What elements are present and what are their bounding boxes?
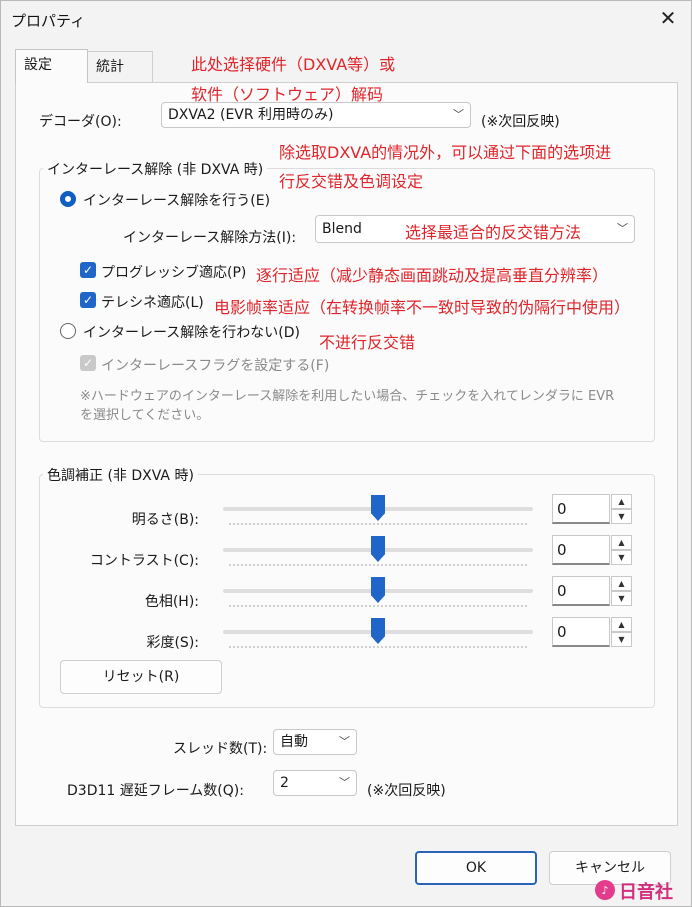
color-spinbox: 0 ▲ ▼ xyxy=(552,617,634,647)
color-spinbox: 0 ▲ ▼ xyxy=(552,576,634,606)
color-row-label: 彩度(S): xyxy=(146,635,199,651)
interlace-flag-label[interactable]: インターレースフラグを設定する(F) xyxy=(101,355,329,375)
annotation-decoder-1: 此处选择硬件（DXVA等）或 xyxy=(191,55,396,74)
title-bar: プロパティ ✕ xyxy=(1,1,691,37)
d3d11-select[interactable]: 2 ﹀ xyxy=(273,770,357,796)
annotation-decoder-2: 软件（ソフトウェア）解码 xyxy=(191,85,384,104)
tab-settings[interactable]: 設定 xyxy=(15,49,88,83)
deinterlace-note-line1: ※ハードウェアのインターレース解除を利用したい場合、チェックを入れてレンダラに … xyxy=(80,389,615,404)
deinterlace-group-title: インターレース解除 (非 DXVA 時) xyxy=(43,159,268,179)
chevron-down-icon: ﹀ xyxy=(339,776,350,789)
window-title: プロパティ xyxy=(11,12,86,30)
telecine-label[interactable]: テレシネ適応(L) xyxy=(101,292,204,312)
deinterlace-method-label: インターレース解除方法(I): xyxy=(123,230,297,246)
close-icon[interactable]: ✕ xyxy=(657,7,679,29)
site-logo: ♪ 日音社 xyxy=(593,876,689,904)
deinterlace-disable-label[interactable]: インターレース解除を行わない(D) xyxy=(83,322,300,342)
deinterlace-note-line2: を選択してください。 xyxy=(80,408,210,423)
color-slider-ticks xyxy=(229,605,527,607)
chevron-down-icon: ﹀ xyxy=(617,222,628,235)
color-row-label: 明るさ(B): xyxy=(131,512,199,528)
deinterlace-disable-radio[interactable] xyxy=(60,323,76,339)
spin-up-icon[interactable]: ▲ xyxy=(611,617,632,632)
color-slider-ticks xyxy=(229,564,527,566)
color-value-input[interactable]: 0 xyxy=(552,494,610,524)
reset-button[interactable]: リセット(R) xyxy=(60,660,222,694)
color-value-input[interactable]: 0 xyxy=(552,576,610,606)
d3d11-label: D3D11 遅延フレーム数(Q): xyxy=(67,783,244,799)
spin-down-icon[interactable]: ▼ xyxy=(611,509,632,524)
color-slider-ticks xyxy=(229,646,527,648)
svg-text:♪: ♪ xyxy=(601,884,608,897)
annotation-telecine: 电影帧率适应（在转换帧率不一致时导致的伪隔行中使用） xyxy=(214,298,631,317)
telecine-checkbox[interactable]: ✓ xyxy=(80,292,96,308)
threads-value: 自動 xyxy=(280,734,308,750)
color-row-label: 色相(H): xyxy=(144,594,199,610)
progressive-checkbox[interactable]: ✓ xyxy=(80,262,96,278)
color-value-input[interactable]: 0 xyxy=(552,535,610,565)
annotation-dxva-2: 行反交错及色调设定 xyxy=(279,172,424,191)
decoder-note: (※次回反映) xyxy=(481,114,560,130)
ok-button[interactable]: OK xyxy=(415,851,537,885)
decoder-label: デコーダ(O): xyxy=(39,114,122,130)
spin-down-icon[interactable]: ▼ xyxy=(611,591,632,606)
deinterlace-enable-label[interactable]: インターレース解除を行う(E) xyxy=(83,190,270,210)
spin-up-icon[interactable]: ▲ xyxy=(611,535,632,550)
annotation-no-deinterlace: 不进行反交错 xyxy=(319,333,416,352)
chevron-down-icon: ﹀ xyxy=(453,108,464,121)
threads-label: スレッド数(T): xyxy=(173,741,268,757)
progressive-label[interactable]: プログレッシブ適応(P) xyxy=(101,262,246,282)
spin-up-icon[interactable]: ▲ xyxy=(611,576,632,591)
annotation-method: 选择最适合的反交错方法 xyxy=(405,223,582,242)
deinterlace-method-value: Blend xyxy=(322,221,362,237)
color-spinbox: 0 ▲ ▼ xyxy=(552,494,634,524)
d3d11-value: 2 xyxy=(280,775,289,791)
deinterlace-enable-radio[interactable] xyxy=(60,191,76,207)
d3d11-note: (※次回反映) xyxy=(367,783,446,799)
properties-window: プロパティ ✕ 設定 統計 デコーダ(O): DXVA2 (EVR 利用時のみ)… xyxy=(0,0,692,907)
color-slider-ticks xyxy=(229,523,527,525)
spin-down-icon[interactable]: ▼ xyxy=(611,550,632,565)
color-group-title: 色調補正 (非 DXVA 時) xyxy=(43,465,198,485)
color-row-label: コントラスト(C): xyxy=(89,553,199,569)
color-spinbox: 0 ▲ ▼ xyxy=(552,535,634,565)
interlace-flag-checkbox[interactable]: ✓ xyxy=(80,355,96,371)
logo-text: 日音社 xyxy=(619,882,673,903)
chevron-down-icon: ﹀ xyxy=(339,735,350,748)
annotation-dxva-1: 除选取DXVA的情况外，可以通过下面的选项进 xyxy=(279,143,612,162)
decoder-value: DXVA2 (EVR 利用時のみ) xyxy=(168,107,334,123)
annotation-progressive: 逐行适应（减少静态画面跳动及提高垂直分辨率） xyxy=(256,266,609,285)
spin-down-icon[interactable]: ▼ xyxy=(611,632,632,647)
tab-statistics[interactable]: 統計 xyxy=(87,51,153,83)
threads-select[interactable]: 自動 ﹀ xyxy=(273,729,357,755)
decoder-select[interactable]: DXVA2 (EVR 利用時のみ) ﹀ xyxy=(161,102,471,128)
color-value-input[interactable]: 0 xyxy=(552,617,610,647)
spin-up-icon[interactable]: ▲ xyxy=(611,494,632,509)
